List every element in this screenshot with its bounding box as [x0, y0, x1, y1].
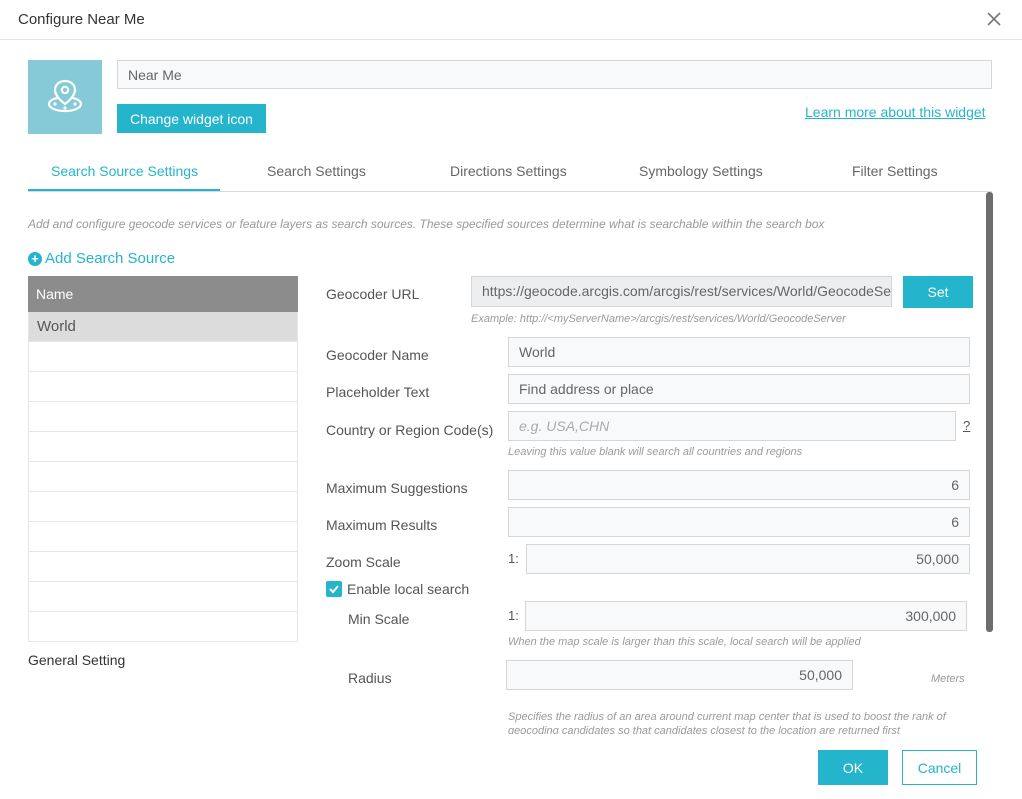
table-row-empty — [28, 582, 298, 612]
dialog-titlebar: Configure Near Me — [0, 0, 1022, 40]
radius-input[interactable]: 50,000 — [506, 660, 853, 690]
min-scale-input[interactable]: 300,000 — [525, 601, 967, 631]
set-button[interactable]: Set — [903, 276, 973, 308]
table-row-empty — [28, 552, 298, 582]
country-help-link[interactable]: ? — [963, 418, 970, 433]
ok-button[interactable]: OK — [818, 750, 888, 785]
plus-icon: + — [28, 251, 42, 266]
zoom-scale-label: Zoom Scale — [326, 554, 401, 570]
geocoder-name-input[interactable]: World — [508, 337, 970, 367]
max-results-label: Maximum Results — [326, 517, 438, 533]
add-search-source-label: Add Search Source — [45, 250, 176, 267]
enable-local-search-checkbox[interactable] — [326, 581, 342, 597]
change-widget-icon-button[interactable]: Change widget icon — [117, 104, 266, 133]
radius-label: Radius — [348, 670, 392, 686]
country-code-hint: Leaving this value blank will search all… — [508, 446, 803, 458]
settings-tabs: Search Source Settings Search Settings D… — [28, 156, 992, 192]
table-row-empty — [28, 372, 298, 402]
table-row-empty — [28, 432, 298, 462]
tab-search-source-settings[interactable]: Search Source Settings — [51, 163, 198, 179]
placeholder-text-input[interactable]: Find address or place — [508, 374, 970, 404]
min-scale-hint: When the map scale is larger than this s… — [508, 636, 861, 648]
table-row-empty — [28, 492, 298, 522]
dialog-title: Configure Near Me — [18, 11, 145, 28]
table-row-empty — [28, 522, 298, 552]
widget-icon-tile — [28, 60, 102, 134]
cancel-button[interactable]: Cancel — [902, 750, 977, 785]
enable-local-search-label: Enable local search — [347, 581, 470, 597]
table-header-name: Name — [28, 276, 298, 312]
widget-name-input[interactable] — [117, 60, 992, 89]
max-results-input[interactable]: 6 — [508, 507, 970, 537]
min-scale-label: Min Scale — [348, 611, 410, 627]
radius-hint: Specifies the radius of an area around c… — [508, 711, 946, 734]
zoom-scale-prefix: 1: — [508, 551, 519, 566]
tab-filter-settings[interactable]: Filter Settings — [852, 163, 938, 179]
placeholder-text-label: Placeholder Text — [326, 384, 430, 400]
geocoder-url-example: Example: http://<myServerName>/arcgis/re… — [471, 313, 846, 325]
tab-search-settings[interactable]: Search Settings — [267, 163, 366, 179]
tab-directions-settings[interactable]: Directions Settings — [450, 163, 567, 179]
min-scale-prefix: 1: — [508, 608, 519, 623]
active-tab-indicator — [28, 189, 220, 191]
country-code-label: Country or Region Code(s) — [326, 422, 494, 438]
geocoder-url-label: Geocoder URL — [326, 286, 420, 302]
table-row-empty — [28, 342, 298, 372]
table-row[interactable]: World — [28, 312, 298, 342]
tab-symbology-settings[interactable]: Symbology Settings — [639, 163, 763, 179]
panel-scrollbar[interactable] — [986, 192, 993, 632]
geocoder-url-field[interactable]: https://geocode.arcgis.com/arcgis/rest/s… — [471, 276, 892, 307]
table-row-empty — [28, 402, 298, 432]
learn-more-link[interactable]: Learn more about this widget — [805, 104, 986, 120]
search-source-table: Name World — [28, 276, 298, 642]
radius-unit: Meters — [931, 673, 965, 685]
table-row-empty — [28, 462, 298, 492]
general-setting-link[interactable]: General Setting — [28, 652, 125, 668]
near-me-icon — [47, 79, 83, 113]
close-icon[interactable] — [984, 9, 1004, 29]
table-row-empty — [28, 612, 298, 642]
geocoder-name-label: Geocoder Name — [326, 347, 429, 363]
country-code-input[interactable]: e.g. USA,CHN — [508, 411, 956, 441]
max-suggestions-label: Maximum Suggestions — [326, 480, 468, 496]
max-suggestions-input[interactable]: 6 — [508, 470, 970, 500]
search-source-description: Add and configure geocode services or fe… — [28, 217, 825, 231]
add-search-source-button[interactable]: + Add Search Source — [28, 250, 175, 267]
checkmark-icon — [329, 585, 339, 594]
zoom-scale-input[interactable]: 50,000 — [526, 544, 970, 574]
